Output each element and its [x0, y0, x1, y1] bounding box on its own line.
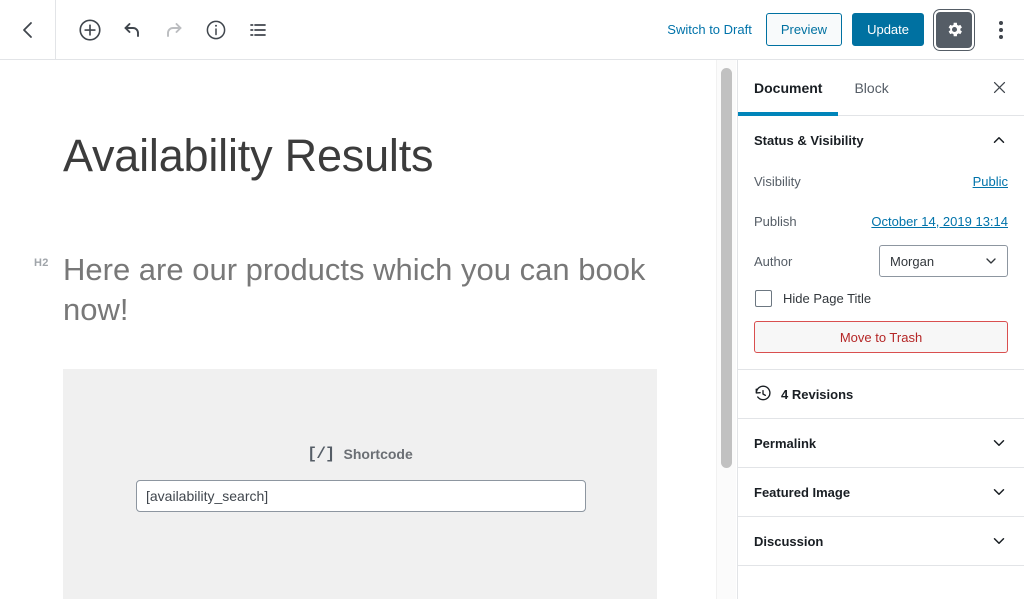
visibility-label: Visibility — [754, 173, 801, 189]
editor-canvas[interactable]: Availability Results H2 Here are our pro… — [0, 60, 716, 599]
hide-page-title-row[interactable]: Hide Page Title — [755, 290, 1008, 307]
chevron-down-icon — [990, 532, 1008, 550]
list-view-icon — [246, 18, 270, 42]
revisions-label: 4 Revisions — [781, 386, 854, 402]
hide-page-title-checkbox[interactable] — [755, 290, 772, 307]
chevron-down-icon — [990, 483, 1008, 501]
toolbar-tools — [56, 10, 278, 50]
chevron-left-icon — [16, 18, 40, 42]
plus-circle-icon — [77, 17, 103, 43]
chevron-up-icon — [990, 131, 1008, 149]
shortcode-input[interactable] — [136, 480, 586, 512]
editor-scrollbar-track[interactable] — [716, 60, 736, 599]
shortcode-block-label: Shortcode — [343, 446, 413, 462]
panel-status-visibility-body: Visibility Public Publish October 14, 20… — [738, 164, 1024, 369]
toolbar-actions: Switch to Draft Preview Update — [663, 10, 1024, 50]
panel-permalink: Permalink — [738, 419, 1024, 468]
vertical-ellipsis-icon — [999, 20, 1003, 25]
sidebar-tabs: Document Block — [738, 60, 1024, 116]
switch-to-draft-link[interactable]: Switch to Draft — [663, 16, 756, 43]
settings-sidebar: Document Block Status & Visibility Visib… — [737, 60, 1024, 599]
block-editor-screen: Switch to Draft Preview Update Availabil… — [0, 0, 1024, 599]
close-sidebar-button[interactable] — [974, 60, 1024, 115]
tab-block[interactable]: Block — [838, 60, 904, 115]
close-icon — [991, 79, 1008, 96]
publish-label: Publish — [754, 213, 797, 229]
panel-title: Discussion — [754, 533, 824, 549]
panel-title: Status & Visibility — [754, 132, 864, 148]
visibility-row: Visibility Public — [754, 164, 1008, 198]
panel-featured-image: Featured Image — [738, 468, 1024, 517]
undo-button[interactable] — [112, 10, 152, 50]
author-select[interactable]: Morgan — [879, 245, 1008, 277]
post-title[interactable]: Availability Results — [63, 130, 434, 182]
undo-icon — [120, 18, 144, 42]
panel-discussion-header[interactable]: Discussion — [738, 517, 1024, 565]
more-menu-button[interactable] — [986, 10, 1016, 50]
publish-row: Publish October 14, 2019 13:14 — [754, 204, 1008, 238]
vertical-ellipsis-icon — [999, 27, 1003, 32]
shortcode-block[interactable]: [/] Shortcode — [63, 369, 657, 599]
tab-document[interactable]: Document — [738, 60, 839, 116]
panel-status-visibility-header[interactable]: Status & Visibility — [738, 116, 1024, 164]
panel-featured-image-header[interactable]: Featured Image — [738, 468, 1024, 516]
move-to-trash-button[interactable]: Move to Trash — [754, 321, 1008, 353]
update-button[interactable]: Update — [852, 13, 924, 46]
settings-toggle-button[interactable] — [936, 11, 972, 48]
block-navigation-button[interactable] — [238, 10, 278, 50]
author-label: Author — [754, 253, 793, 269]
editor-scrollbar-thumb[interactable] — [721, 68, 732, 468]
gear-icon — [945, 20, 964, 39]
panel-permalink-header[interactable]: Permalink — [738, 419, 1024, 467]
visibility-value-link[interactable]: Public — [973, 174, 1008, 189]
preview-button[interactable]: Preview — [765, 13, 843, 46]
panel-title: Permalink — [754, 435, 817, 451]
revisions-link[interactable]: 4 Revisions — [738, 370, 1024, 418]
history-clock-icon — [754, 385, 772, 403]
author-select-value: Morgan — [890, 253, 935, 269]
hide-page-title-label: Hide Page Title — [783, 291, 872, 306]
add-block-button[interactable] — [70, 10, 110, 50]
panel-discussion: Discussion — [738, 517, 1024, 566]
shortcode-block-header: [/] Shortcode — [63, 445, 657, 463]
heading-block[interactable]: Here are our products which you can book… — [63, 250, 663, 329]
chevron-down-icon — [983, 253, 999, 269]
content-info-button[interactable] — [196, 10, 236, 50]
vertical-ellipsis-icon — [999, 34, 1003, 39]
author-row: Author Morgan — [754, 244, 1008, 278]
back-button[interactable] — [0, 0, 56, 59]
publish-date-link[interactable]: October 14, 2019 13:14 — [871, 214, 1008, 229]
panel-title: Featured Image — [754, 484, 851, 500]
panel-revisions: 4 Revisions — [738, 370, 1024, 419]
redo-button[interactable] — [154, 10, 194, 50]
info-circle-icon — [204, 18, 228, 42]
heading-level-badge: H2 — [34, 257, 49, 269]
shortcode-icon: [/] — [307, 445, 335, 463]
chevron-down-icon — [990, 434, 1008, 452]
panel-status-visibility: Status & Visibility Visibility Public Pu… — [738, 116, 1024, 370]
redo-icon — [162, 18, 186, 42]
editor-toolbar: Switch to Draft Preview Update — [0, 0, 1024, 60]
